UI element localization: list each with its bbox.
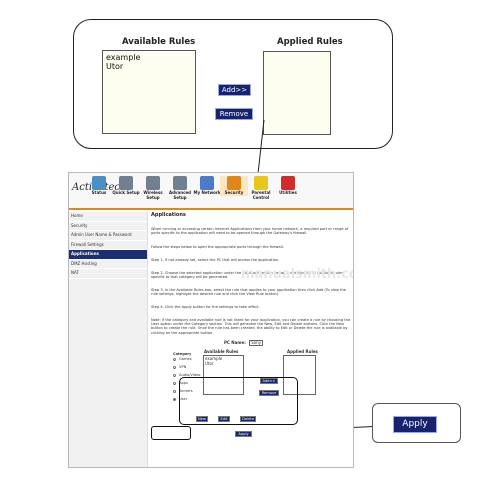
step-3-paragraph: Step 3. In the Available Rules box, sele… [151,288,347,297]
inner-available-rule-item[interactable]: Utor [205,361,242,367]
remove-button[interactable]: Remove [215,108,253,120]
sidebar-item-applications[interactable]: Applications [69,250,147,260]
sidebar-item-admin-user-name-password[interactable]: Admin User Name & Password [69,231,147,241]
inner-available-rules-items: example Utor [204,356,243,367]
pc-name-row: PC Name: Sony [224,340,263,347]
tab-my-network[interactable]: My Network [193,176,221,196]
top-navigation-bar: Actiontec® Status Quick Setup Wireless S… [69,173,353,210]
applied-rules-title: Applied Rules [277,37,343,47]
utilities-icon [281,176,295,190]
step-2-paragraph: Step 2. Choose the selected application … [151,271,344,280]
radio-icon [173,365,176,369]
sidebar-item-dmz-hosting[interactable]: DMZ Hosting [69,260,147,269]
pc-name-select[interactable]: Sony [249,340,263,347]
category-option[interactable]: VPN [173,365,186,369]
tab-parental-control-label: Parental Control [251,190,271,200]
radio-icon [173,357,176,361]
radio-selected-icon [173,397,176,401]
tab-status-label: Status [91,190,107,195]
apply-zoom-callout: Apply [372,403,461,443]
radio-icon [173,381,176,385]
tab-security-label: Security [224,190,244,195]
tab-advanced-setup[interactable]: Advanced Setup [166,176,194,200]
quick-setup-icon [119,176,133,190]
tab-security[interactable]: Security [220,176,248,196]
note-paragraph: Note: If the category and available rule… [151,318,351,335]
wireless-setup-icon [146,176,160,190]
tab-status[interactable]: Status [85,176,113,196]
radio-icon [173,389,176,393]
apply-button-large[interactable]: Apply [393,416,437,433]
tab-utilities-label: Utilities [279,190,297,195]
sidebar-item-security[interactable]: Security [69,222,147,231]
rules-zoom-callout: Available Rules Applied Rules example Ut… [73,19,393,149]
inner-rules-highlight [179,377,298,425]
tab-quick-setup-label: Quick Setup [112,190,140,195]
page: Available Rules Applied Rules example Ut… [0,0,480,480]
category-option-label: Games [179,357,192,361]
inner-available-rules-title: Available Rules [204,349,239,354]
sidebar-item-firewall-settings[interactable]: Firewall Settings [69,241,147,250]
sidebar: Home Security Admin User Name & Password… [69,212,148,467]
tab-advanced-setup-label: Advanced Setup [168,190,192,200]
category-option[interactable]: Games [173,357,192,361]
pc-name-label: PC Name: [224,340,246,345]
applied-rules-list[interactable] [263,51,331,135]
follow-steps-paragraph: Follow the steps below to open the appro… [151,245,284,249]
category-option-label: VPN [179,365,187,369]
apply-button-highlight [151,426,191,440]
inner-applied-rules-title: Applied Rules [287,349,318,354]
parental-control-icon [254,176,268,190]
tab-utilities[interactable]: Utilities [274,176,302,196]
my-network-icon [200,176,214,190]
tab-parental-control[interactable]: Parental Control [247,176,275,200]
category-title: Category [173,352,192,356]
available-rules-list-items: example Utor [106,53,140,71]
tab-my-network-label: My Network [193,190,221,195]
security-icon [227,176,241,190]
step-1-paragraph: Step 1. If not already set, select the P… [151,258,280,262]
available-rules-list[interactable]: example Utor [102,50,196,134]
available-rules-title: Available Rules [122,37,196,47]
page-title: Applications [151,212,186,218]
sidebar-item-home[interactable]: Home [69,212,147,222]
available-rule-item[interactable]: example [106,53,140,62]
advanced-setup-icon [173,176,187,190]
apply-button[interactable]: Apply [235,431,252,437]
add-button[interactable]: Add>> [218,84,251,96]
intro-paragraph: When running or accessing certain Intern… [151,227,349,236]
tab-wireless-setup[interactable]: Wireless Setup [139,176,167,200]
sidebar-item-nat[interactable]: NAT [69,269,147,279]
available-rule-item[interactable]: Utor [106,62,123,71]
step-4-paragraph: Step 4. Click the Apply button for the s… [151,305,260,309]
tab-wireless-setup-label: Wireless Setup [143,190,163,200]
radio-icon [173,373,176,377]
status-icon [92,176,106,190]
tab-quick-setup[interactable]: Quick Setup [112,176,140,196]
